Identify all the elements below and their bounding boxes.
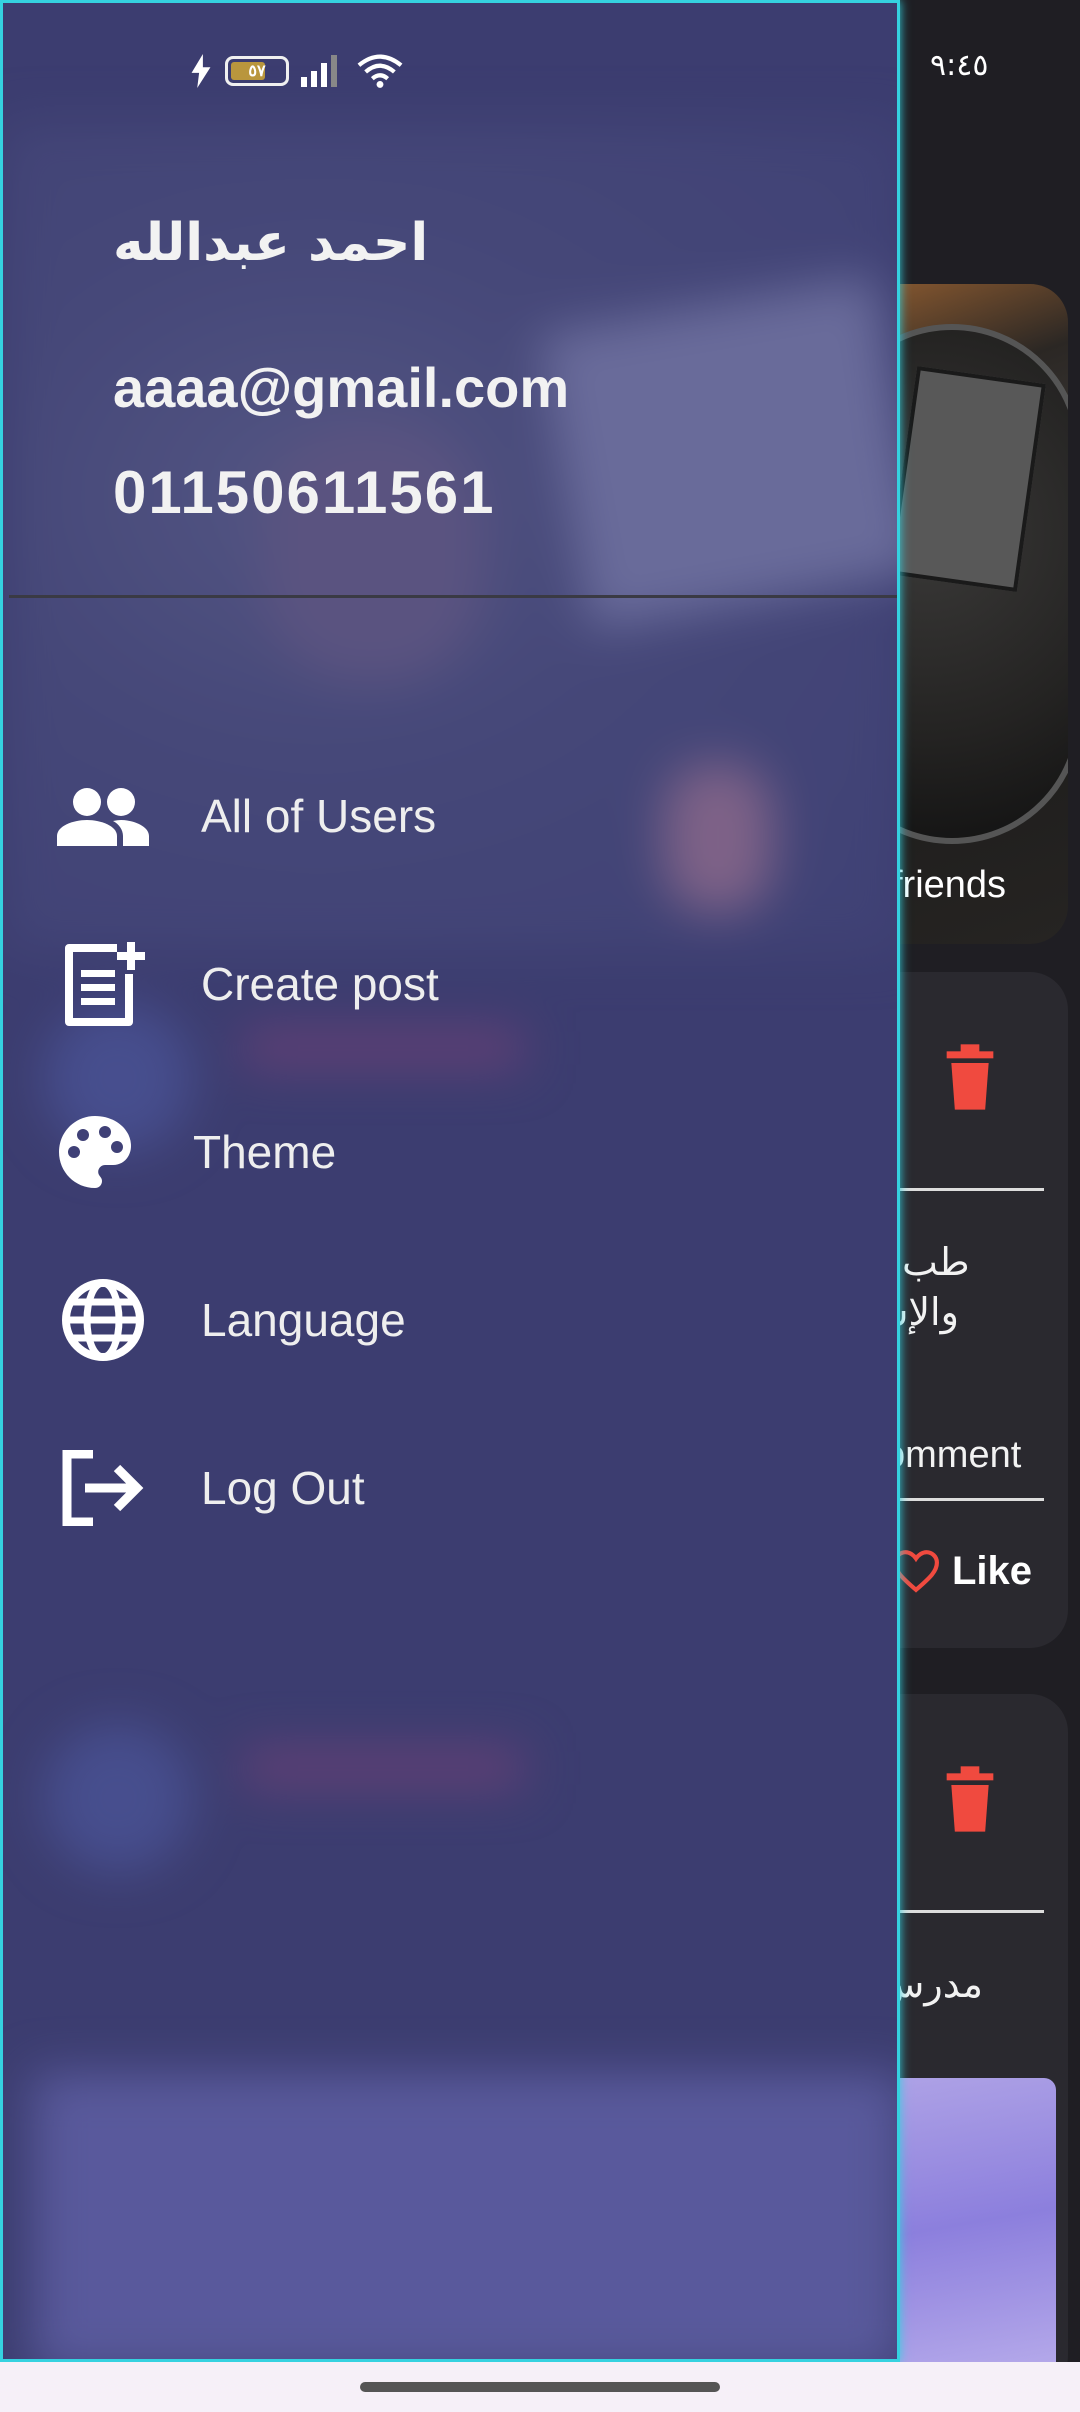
globe-icon	[55, 1272, 151, 1368]
signal-icon	[301, 55, 337, 87]
post-divider	[882, 1188, 1044, 1191]
header-divider	[9, 595, 897, 598]
user-phone: 01150611561	[113, 459, 496, 526]
menu-label: Create post	[201, 958, 439, 1010]
system-nav-bar	[0, 2362, 1080, 2412]
menu-item-theme[interactable]: Theme	[3, 1087, 897, 1217]
comment-button[interactable]: omment	[884, 1434, 1021, 1477]
story-caption: friends	[892, 864, 1007, 906]
navigation-drawer: ٥٧ احمد عبدالله aaaa@gmail.com 011506115…	[0, 0, 900, 2362]
menu-label: Language	[201, 1294, 406, 1346]
post-divider	[882, 1910, 1044, 1913]
battery-icon: ٥٧	[225, 56, 289, 86]
like-button[interactable]: Like	[890, 1548, 1032, 1594]
menu-item-all-users[interactable]: All of Users	[3, 751, 897, 881]
menu-item-language[interactable]: Language	[3, 1255, 897, 1385]
trash-icon[interactable]	[942, 1044, 998, 1110]
menu-label: All of Users	[201, 790, 437, 842]
post-divider	[882, 1498, 1044, 1501]
palette-icon	[47, 1104, 143, 1200]
menu-label: Log Out	[201, 1462, 365, 1514]
user-email: aaaa@gmail.com	[113, 356, 570, 419]
home-gesture-handle[interactable]	[360, 2382, 720, 2392]
logout-icon	[55, 1440, 151, 1536]
menu-label: Theme	[193, 1126, 337, 1178]
charging-icon	[191, 54, 211, 88]
wifi-icon	[357, 54, 403, 88]
menu-item-create-post[interactable]: Create post	[3, 919, 897, 1049]
status-icons: ٥٧	[189, 53, 403, 89]
post-text-line: طب	[902, 1240, 970, 1284]
trash-icon[interactable]	[942, 1766, 998, 1832]
menu-item-logout[interactable]: Log Out	[3, 1423, 897, 1553]
like-label: Like	[952, 1548, 1033, 1593]
post-add-icon	[55, 936, 151, 1032]
status-time: ٩:٤٥	[930, 48, 989, 83]
user-name: احمد عبدالله	[113, 213, 429, 273]
group-icon	[55, 768, 151, 864]
drawer-header: ٥٧ احمد عبدالله aaaa@gmail.com 011506115…	[3, 3, 897, 598]
post-image	[884, 2078, 1056, 2368]
